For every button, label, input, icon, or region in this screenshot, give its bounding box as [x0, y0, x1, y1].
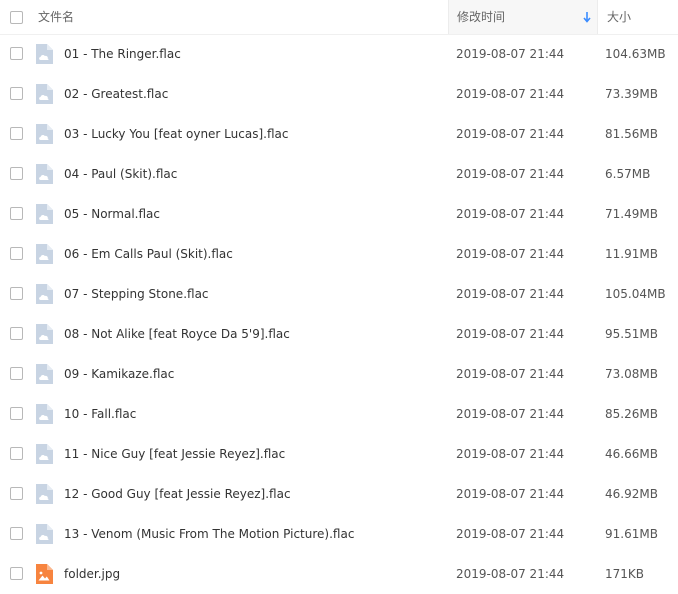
row-checkbox[interactable]	[10, 327, 23, 340]
file-modified-time: 2019-08-07 21:44	[456, 167, 565, 181]
file-name[interactable]: 08 - Not Alike [feat Royce Da 5'9].flac	[64, 314, 290, 354]
file-modified-time: 2019-08-07 21:44	[456, 407, 565, 421]
select-all-checkbox[interactable]	[10, 11, 23, 24]
file-name[interactable]: 03 - Lucky You [feat oyner Lucas].flac	[64, 114, 288, 154]
file-modified-time: 2019-08-07 21:44	[456, 47, 565, 61]
file-name[interactable]: 11 - Nice Guy [feat Jessie Reyez].flac	[64, 434, 285, 474]
column-header-size[interactable]: 大小	[598, 0, 631, 34]
row-checkbox[interactable]	[10, 367, 23, 380]
file-name[interactable]: 01 - The Ringer.flac	[64, 34, 181, 74]
file-modified-time: 2019-08-07 21:44	[456, 127, 565, 141]
file-row[interactable]: 11 - Nice Guy [feat Jessie Reyez].flac 20…	[0, 434, 678, 474]
file-name[interactable]: 13 - Venom (Music From The Motion Pictur…	[64, 514, 354, 554]
column-header-modified-time[interactable]: 修改时间	[448, 0, 598, 34]
file-modified-time: 2019-08-07 21:44	[456, 247, 565, 261]
audio-file-icon	[34, 123, 54, 145]
file-name[interactable]: 06 - Em Calls Paul (Skit).flac	[64, 234, 233, 274]
row-checkbox[interactable]	[10, 287, 23, 300]
file-modified-time: 2019-08-07 21:44	[456, 327, 565, 341]
file-size: 73.39MB	[605, 87, 658, 101]
row-checkbox[interactable]	[10, 527, 23, 540]
file-size: 81.56MB	[605, 127, 658, 141]
file-size: 105.04MB	[605, 287, 666, 301]
file-size: 73.08MB	[605, 367, 658, 381]
file-name[interactable]: 02 - Greatest.flac	[64, 74, 168, 114]
row-checkbox[interactable]	[10, 567, 23, 580]
file-name[interactable]: 04 - Paul (Skit).flac	[64, 154, 177, 194]
file-name[interactable]: 07 - Stepping Stone.flac	[64, 274, 209, 314]
row-checkbox[interactable]	[10, 87, 23, 100]
audio-file-icon	[34, 243, 54, 265]
file-modified-time: 2019-08-07 21:44	[456, 447, 565, 461]
audio-file-icon	[34, 283, 54, 305]
file-size: 46.66MB	[605, 447, 658, 461]
file-modified-time: 2019-08-07 21:44	[456, 87, 565, 101]
file-size: 46.92MB	[605, 487, 658, 501]
column-header-name[interactable]: 文件名	[38, 0, 74, 34]
file-name[interactable]: 05 - Normal.flac	[64, 194, 160, 234]
file-row[interactable]: 07 - Stepping Stone.flac 2019-08-07 21:44…	[0, 274, 678, 314]
file-size: 104.63MB	[605, 47, 666, 61]
audio-file-icon	[34, 443, 54, 465]
file-size: 91.61MB	[605, 527, 658, 541]
row-checkbox[interactable]	[10, 487, 23, 500]
file-size: 71.49MB	[605, 207, 658, 221]
file-row[interactable]: 01 - The Ringer.flac 2019-08-07 21:44 104.…	[0, 34, 678, 74]
audio-file-icon	[34, 83, 54, 105]
file-list-header: 文件名 修改时间 大小	[0, 0, 678, 35]
file-row[interactable]: 06 - Em Calls Paul (Skit).flac 2019-08-07…	[0, 234, 678, 274]
audio-file-icon	[34, 43, 54, 65]
row-checkbox[interactable]	[10, 207, 23, 220]
file-modified-time: 2019-08-07 21:44	[456, 527, 565, 541]
file-row[interactable]: 09 - Kamikaze.flac 2019-08-07 21:44 73.08M…	[0, 354, 678, 394]
file-name[interactable]: 10 - Fall.flac	[64, 394, 136, 434]
arrow-down-icon[interactable]	[582, 11, 592, 23]
file-row[interactable]: folder.jpg 2019-08-07 21:44 171KB	[0, 554, 678, 594]
file-size: 85.26MB	[605, 407, 658, 421]
file-row[interactable]: 04 - Paul (Skit).flac 2019-08-07 21:44 6.5…	[0, 154, 678, 194]
file-size: 95.51MB	[605, 327, 658, 341]
file-modified-time: 2019-08-07 21:44	[456, 207, 565, 221]
audio-file-icon	[34, 403, 54, 425]
audio-file-icon	[34, 483, 54, 505]
file-size: 11.91MB	[605, 247, 658, 261]
audio-file-icon	[34, 363, 54, 385]
file-modified-time: 2019-08-07 21:44	[456, 367, 565, 381]
file-row[interactable]: 08 - Not Alike [feat Royce Da 5'9].flac 2…	[0, 314, 678, 354]
file-row[interactable]: 02 - Greatest.flac 2019-08-07 21:44 73.39M…	[0, 74, 678, 114]
file-name[interactable]: folder.jpg	[64, 554, 120, 594]
file-size: 6.57MB	[605, 167, 651, 181]
audio-file-icon	[34, 203, 54, 225]
row-checkbox[interactable]	[10, 167, 23, 180]
image-file-icon	[34, 563, 54, 585]
file-row[interactable]: 13 - Venom (Music From The Motion Pictur…	[0, 514, 678, 554]
row-checkbox[interactable]	[10, 447, 23, 460]
file-modified-time: 2019-08-07 21:44	[456, 287, 565, 301]
file-name[interactable]: 09 - Kamikaze.flac	[64, 354, 174, 394]
row-checkbox[interactable]	[10, 47, 23, 60]
file-row[interactable]: 05 - Normal.flac 2019-08-07 21:44 71.49MB	[0, 194, 678, 234]
audio-file-icon	[34, 163, 54, 185]
file-modified-time: 2019-08-07 21:44	[456, 567, 565, 581]
row-checkbox[interactable]	[10, 127, 23, 140]
audio-file-icon	[34, 523, 54, 545]
file-list: 01 - The Ringer.flac 2019-08-07 21:44 104.…	[0, 34, 678, 594]
file-row[interactable]: 03 - Lucky You [feat oyner Lucas].flac 20…	[0, 114, 678, 154]
file-modified-time: 2019-08-07 21:44	[456, 487, 565, 501]
file-name[interactable]: 12 - Good Guy [feat Jessie Reyez].flac	[64, 474, 291, 514]
audio-file-icon	[34, 323, 54, 345]
file-row[interactable]: 10 - Fall.flac 2019-08-07 21:44 85.26MB	[0, 394, 678, 434]
row-checkbox[interactable]	[10, 407, 23, 420]
file-size: 171KB	[605, 567, 645, 581]
file-row[interactable]: 12 - Good Guy [feat Jessie Reyez].flac 20…	[0, 474, 678, 514]
row-checkbox[interactable]	[10, 247, 23, 260]
